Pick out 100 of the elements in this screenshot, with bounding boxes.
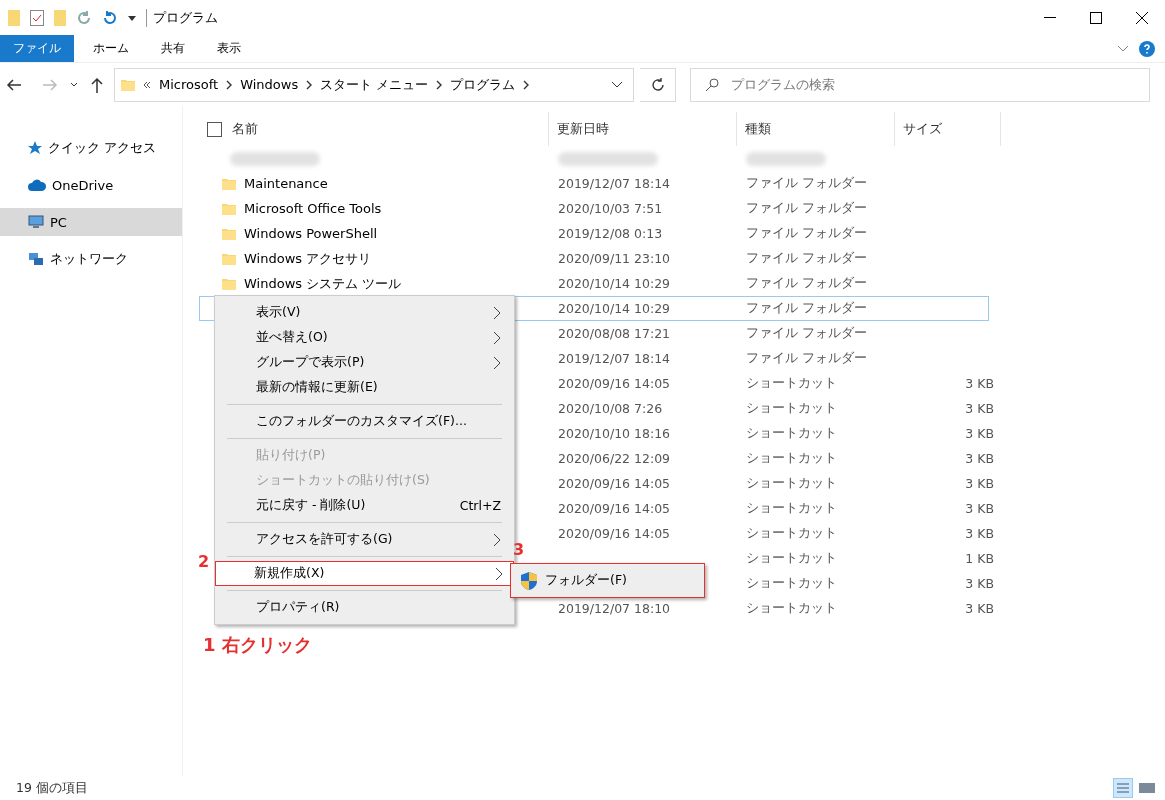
- chevron-down-icon[interactable]: [70, 81, 78, 88]
- date-cell-text: 2019/12/07 18:10: [557, 601, 672, 616]
- sidebar-item[interactable]: ネットワーク: [0, 245, 182, 273]
- ribbon-tab[interactable]: 共有: [148, 35, 198, 62]
- submenu-item[interactable]: フォルダー(F): [510, 563, 705, 598]
- menu-item[interactable]: このフォルダーのカスタマイズ(F)...: [217, 409, 512, 434]
- search-icon: [705, 77, 719, 92]
- type-cell-text: ファイル フォルダー: [745, 175, 868, 192]
- breadcrumb[interactable]: Microsoft: [159, 77, 219, 92]
- date-cell-text: 2019/12/07 18:14: [557, 176, 672, 191]
- star-icon: [28, 141, 42, 155]
- size-cell-text: 3 KB: [964, 526, 995, 541]
- type-cell-text: ショートカット: [745, 475, 838, 492]
- menu-item[interactable]: プロパティ(R): [217, 595, 512, 620]
- up-arrow-icon[interactable]: [90, 76, 104, 93]
- refresh-icon[interactable]: [650, 77, 665, 92]
- menu-item[interactable]: 元に戻す - 削除(U) Ctrl+Z: [217, 493, 512, 518]
- date-cell-text: 2020/10/10 18:16: [557, 426, 672, 441]
- size-cell-text: 3 KB: [964, 476, 995, 491]
- file-name: Windows アクセサリ: [244, 249, 372, 268]
- menu-item[interactable]: 新規作成(X): [215, 561, 514, 586]
- size-cell-text: 3 KB: [964, 426, 995, 441]
- file-row[interactable]: Maintenance 2019/12/07 18:14 ファイル フォルダー: [199, 171, 989, 196]
- file-name: Maintenance: [244, 176, 328, 191]
- file-row[interactable]: Windows アクセサリ 2020/09/11 23:10 ファイル フォルダー: [199, 246, 989, 271]
- chevron-right-icon[interactable]: [523, 79, 530, 90]
- address-bar[interactable]: Microsoft Windows スタート メニュー プログラム: [114, 67, 634, 102]
- chevron-right-icon[interactable]: [306, 79, 313, 90]
- refresh-button[interactable]: [640, 67, 676, 102]
- checkbox[interactable]: [207, 121, 222, 137]
- file-row[interactable]: Microsoft Office Tools 2020/10/03 7:51 ファイル フォルダー: [199, 196, 989, 221]
- column-header[interactable]: サイズ: [895, 112, 1001, 146]
- help-icon[interactable]: [1139, 40, 1155, 57]
- date-cell-text: 2020/09/16 14:05: [557, 501, 672, 516]
- shortcut-label: Ctrl+Z: [459, 498, 501, 513]
- sidebar-item[interactable]: OneDrive: [0, 171, 182, 199]
- type-cell-text: ショートカット: [745, 450, 838, 467]
- properties-icon[interactable]: [30, 9, 44, 26]
- menu-item[interactable]: グループで表示(P): [217, 350, 512, 375]
- folder-icon: [121, 78, 135, 91]
- folder-icon: [222, 252, 236, 265]
- step-number: 3: [513, 540, 525, 559]
- date-cell-text: 2020/10/03 7:51: [557, 201, 664, 216]
- dropdown-icon[interactable]: [128, 13, 136, 22]
- close-icon[interactable]: [1136, 11, 1148, 24]
- date-cell-text: 2020/10/08 7:26: [557, 401, 664, 416]
- chevron-right-icon: [493, 305, 501, 320]
- type-cell-text: ファイル フォルダー: [745, 225, 868, 242]
- search-box[interactable]: プログラムの検索: [690, 67, 1150, 102]
- folder-icon: [8, 9, 20, 26]
- menu-item[interactable]: アクセスを許可する(G): [217, 527, 512, 552]
- file-row[interactable]: Windows PowerShell 2019/12/08 0:13 ファイル フォルダー: [199, 221, 989, 246]
- window-title: プログラム: [146, 8, 218, 27]
- step-number: 2: [198, 552, 210, 571]
- minimize-icon[interactable]: [1044, 16, 1056, 19]
- breadcrumb[interactable]: Windows: [240, 77, 299, 92]
- file-name: Microsoft Office Tools: [244, 201, 382, 216]
- shield-icon: [521, 571, 537, 590]
- menu-item[interactable]: 最新の情報に更新(E): [217, 375, 512, 400]
- type-cell-text: ファイル フォルダー: [745, 200, 868, 217]
- file-name: Windows PowerShell: [244, 226, 378, 241]
- maximize-icon[interactable]: [1090, 11, 1102, 24]
- type-cell-text: ショートカット: [745, 375, 838, 392]
- network-icon: [28, 252, 44, 266]
- column-header[interactable]: 種類: [737, 112, 895, 146]
- undo-icon[interactable]: [102, 9, 118, 26]
- size-cell-text: 3 KB: [964, 451, 995, 466]
- size-cell-text: 3 KB: [964, 376, 995, 391]
- chevron-right-icon[interactable]: [226, 79, 233, 90]
- type-cell-text: ファイル フォルダー: [745, 250, 868, 267]
- type-cell-text: ファイル フォルダー: [745, 300, 868, 317]
- size-cell-text: 3 KB: [964, 401, 995, 416]
- item-count: 19 個の項目: [16, 779, 88, 797]
- size-cell-text: 3 KB: [964, 576, 995, 591]
- cloud-icon: [28, 179, 46, 191]
- breadcrumb[interactable]: プログラム: [450, 75, 516, 94]
- chevron-down-icon[interactable]: [611, 80, 623, 89]
- file-row[interactable]: Windows システム ツール 2020/10/14 10:29 ファイル フォルダー: [199, 271, 989, 296]
- breadcrumb[interactable]: スタート メニュー: [320, 75, 429, 94]
- menu-item[interactable]: 並べ替え(O): [217, 325, 512, 350]
- type-cell-text: ファイル フォルダー: [745, 350, 868, 367]
- file-name: Windows システム ツール: [244, 274, 402, 293]
- date-cell-text: 2020/09/16 14:05: [557, 476, 672, 491]
- column-header[interactable]: 更新日時: [549, 112, 737, 146]
- type-cell-text: ショートカット: [745, 575, 838, 592]
- chevron-right-icon[interactable]: [436, 79, 443, 90]
- type-cell-text: ショートカット: [745, 425, 838, 442]
- ribbon-tab[interactable]: ホーム: [80, 35, 142, 62]
- folder-icon: [222, 202, 236, 215]
- ribbon-tab[interactable]: 表示: [204, 35, 254, 62]
- size-cell-text: 1 KB: [964, 551, 995, 566]
- date-cell-text: 2020/06/22 12:09: [557, 451, 672, 466]
- date-cell-text: 2020/09/16 14:05: [557, 376, 672, 391]
- sidebar-item[interactable]: PC: [0, 208, 182, 236]
- column-header[interactable]: 名前: [199, 112, 549, 146]
- sidebar-item[interactable]: クイック アクセス: [0, 134, 182, 162]
- back-arrow-icon[interactable]: [6, 77, 22, 92]
- type-cell-text: ショートカット: [745, 400, 838, 417]
- double-chevron-icon: [143, 80, 151, 89]
- ribbon-tab[interactable]: ファイル: [0, 35, 74, 62]
